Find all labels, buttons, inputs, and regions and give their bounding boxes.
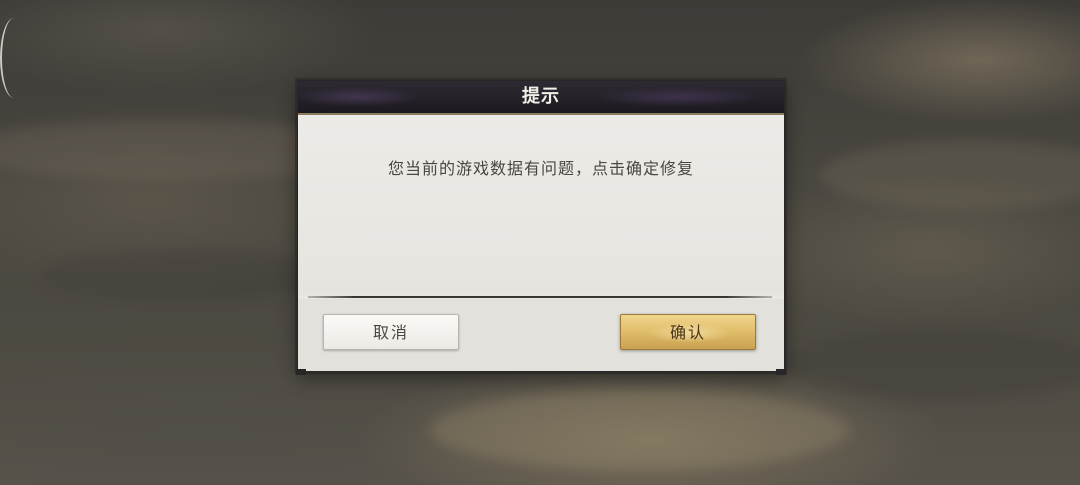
- game-background: 提示 您当前的游戏数据有问题，点击确定修复 取消 确认: [0, 0, 1080, 485]
- dialog-corner-ornament: [296, 369, 306, 375]
- dialog-message: 您当前的游戏数据有问题，点击确定修复: [387, 159, 694, 178]
- cancel-button[interactable]: 取消: [323, 314, 459, 350]
- background-cloud: [780, 330, 1080, 400]
- background-cloud: [820, 140, 1080, 210]
- confirm-button[interactable]: 确认: [620, 314, 756, 350]
- dialog-divider: [308, 296, 772, 298]
- alert-dialog: 提示 您当前的游戏数据有问题，点击确定修复 取消 确认: [296, 80, 786, 375]
- dialog-body: [298, 115, 784, 295]
- dialog-corner-ornament: [776, 369, 786, 375]
- background-cloud: [40, 250, 340, 300]
- left-edge-bracket-icon: [0, 18, 16, 98]
- dialog-title: 提示: [522, 86, 560, 107]
- background-cloud: [430, 390, 850, 470]
